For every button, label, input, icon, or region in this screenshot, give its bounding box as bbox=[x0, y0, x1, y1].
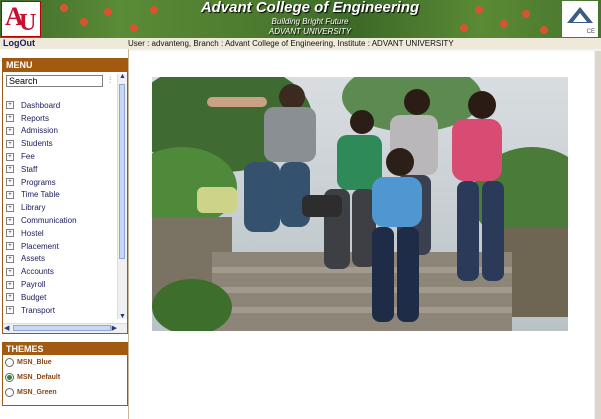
menu-item-label: Students bbox=[21, 139, 53, 149]
menu-item-label: Dashboard bbox=[21, 100, 61, 110]
horizontal-scroll-thumb[interactable] bbox=[13, 325, 111, 331]
scroll-left-icon[interactable]: ◀ bbox=[4, 324, 9, 332]
expand-plus-icon[interactable]: + bbox=[6, 280, 14, 289]
menu-vertical-scrollbar[interactable]: ▲ ▼ bbox=[117, 73, 127, 320]
college-tagline: Building Bright Future bbox=[271, 17, 349, 26]
menu-item-students[interactable]: + Students bbox=[6, 137, 77, 150]
menu-item-payroll[interactable]: + Payroll bbox=[6, 278, 77, 291]
menu-item-dashboard[interactable]: + Dashboard bbox=[6, 99, 77, 112]
menu-item-label: Hostel bbox=[21, 228, 44, 238]
menu-item-label: Placement bbox=[21, 241, 59, 251]
top-info-bar: LogOut User : advanteng, Branch : Advant… bbox=[0, 38, 601, 49]
menu-panel: MENU ⫶ + Dashboard + Reports + Admission + Stud… bbox=[2, 58, 128, 334]
theme-radio[interactable] bbox=[5, 358, 14, 367]
menu-item-admission[interactable]: + Admission bbox=[6, 125, 77, 138]
expand-plus-icon[interactable]: + bbox=[6, 101, 14, 110]
ce-logo-icon: CE bbox=[562, 1, 598, 37]
college-title: Advant College of Engineering bbox=[200, 0, 420, 16]
expand-plus-icon[interactable]: + bbox=[6, 254, 14, 263]
menu-item-label: Transport bbox=[21, 305, 55, 315]
scroll-up-icon[interactable]: ▲ bbox=[119, 73, 126, 80]
right-edge bbox=[595, 51, 601, 419]
menu-list: + Dashboard + Reports + Admission + Students + Fe… bbox=[6, 99, 77, 317]
theme-option-label: MSN_Blue bbox=[17, 359, 52, 366]
theme-radio[interactable] bbox=[5, 373, 14, 382]
menu-item-label: Payroll bbox=[21, 280, 46, 290]
menu-item-staff[interactable]: + Staff bbox=[6, 163, 77, 176]
logo-letter-u: U bbox=[19, 10, 37, 36]
expand-plus-icon[interactable]: + bbox=[6, 114, 14, 123]
expand-plus-icon[interactable]: + bbox=[6, 293, 14, 302]
menu-item-label: Communication bbox=[21, 216, 77, 226]
expand-plus-icon[interactable]: + bbox=[6, 306, 14, 315]
university-name: ADVANT UNIVERSITY bbox=[268, 27, 352, 36]
menu-item-label: Fee bbox=[21, 152, 35, 162]
menu-item-budget[interactable]: + Budget bbox=[6, 291, 77, 304]
expand-plus-icon[interactable]: + bbox=[6, 165, 14, 174]
college-logo: A U bbox=[1, 1, 41, 37]
menu-item-hostel[interactable]: + Hostel bbox=[6, 227, 77, 240]
menu-item-accounts[interactable]: + Accounts bbox=[6, 265, 77, 278]
menu-item-reports[interactable]: + Reports bbox=[6, 112, 77, 125]
expand-plus-icon[interactable]: + bbox=[6, 229, 14, 238]
menu-item-label: Assets bbox=[21, 254, 46, 264]
themes-header: THEMES bbox=[3, 343, 127, 355]
menu-item-placement[interactable]: + Placement bbox=[6, 240, 77, 253]
scroll-down-icon[interactable]: ▼ bbox=[119, 313, 126, 320]
theme-radio[interactable] bbox=[5, 388, 14, 397]
menu-item-transport[interactable]: + Transport bbox=[6, 304, 77, 317]
search-input[interactable] bbox=[6, 75, 103, 87]
expand-plus-icon[interactable]: + bbox=[6, 203, 14, 212]
menu-item-label: Admission bbox=[21, 126, 58, 136]
menu-item-library[interactable]: + Library bbox=[6, 201, 77, 214]
menu-item-label: Staff bbox=[21, 164, 38, 174]
expand-plus-icon[interactable]: + bbox=[6, 216, 14, 225]
theme-option-label: MSN_Green bbox=[17, 389, 57, 396]
logout-link[interactable]: LogOut bbox=[3, 38, 35, 49]
scroll-right-icon[interactable]: ▶ bbox=[112, 324, 117, 332]
menu-header: MENU bbox=[3, 59, 127, 72]
menu-item-label: Programs bbox=[21, 177, 56, 187]
left-panel: MENU ⫶ + Dashboard + Reports + Admission + Stud… bbox=[0, 49, 129, 419]
expand-plus-icon[interactable]: + bbox=[6, 267, 14, 276]
expand-plus-icon[interactable]: + bbox=[6, 178, 14, 187]
theme-option-msn-green[interactable]: MSN_Green bbox=[3, 385, 127, 400]
expand-plus-icon[interactable]: + bbox=[6, 126, 14, 135]
header-banner: A U Advant College of Engineering Buildi… bbox=[0, 0, 601, 38]
students-photo bbox=[152, 77, 568, 331]
menu-item-label: Reports bbox=[21, 113, 50, 123]
menu-item-assets[interactable]: + Assets bbox=[6, 253, 77, 266]
ce-logo-text: CE bbox=[586, 29, 595, 35]
menu-item-fee[interactable]: + Fee bbox=[6, 150, 77, 163]
menu-item-label: Library bbox=[21, 203, 46, 213]
expand-plus-icon[interactable]: + bbox=[6, 152, 14, 161]
menu-item-programs[interactable]: + Programs bbox=[6, 176, 77, 189]
user-info-text: User : advanteng, Branch : Advant Colleg… bbox=[128, 39, 454, 48]
menu-item-label: Budget bbox=[21, 292, 47, 302]
menu-item-label: Accounts bbox=[21, 267, 54, 277]
expand-plus-icon[interactable]: + bbox=[6, 139, 14, 148]
theme-option-msn-default[interactable]: MSN_Default bbox=[3, 370, 127, 385]
themes-panel: THEMES MSN_Blue MSN_Default MSN_Green bbox=[2, 342, 128, 406]
theme-list: MSN_Blue MSN_Default MSN_Green bbox=[3, 355, 127, 400]
menu-horizontal-scrollbar[interactable]: ◀ ▶ bbox=[3, 323, 127, 333]
theme-option-label: MSN_Default bbox=[17, 374, 61, 381]
expand-plus-icon[interactable]: + bbox=[6, 242, 14, 251]
menu-item-communication[interactable]: + Communication bbox=[6, 214, 77, 227]
theme-option-msn-blue[interactable]: MSN_Blue bbox=[3, 355, 127, 370]
vertical-scroll-thumb[interactable] bbox=[119, 84, 125, 259]
menu-item-label: Time Table bbox=[21, 190, 60, 200]
menu-item-time-table[interactable]: + Time Table bbox=[6, 189, 77, 202]
expand-plus-icon[interactable]: + bbox=[6, 190, 14, 199]
search-button-icon[interactable]: ⫶ bbox=[109, 75, 111, 86]
